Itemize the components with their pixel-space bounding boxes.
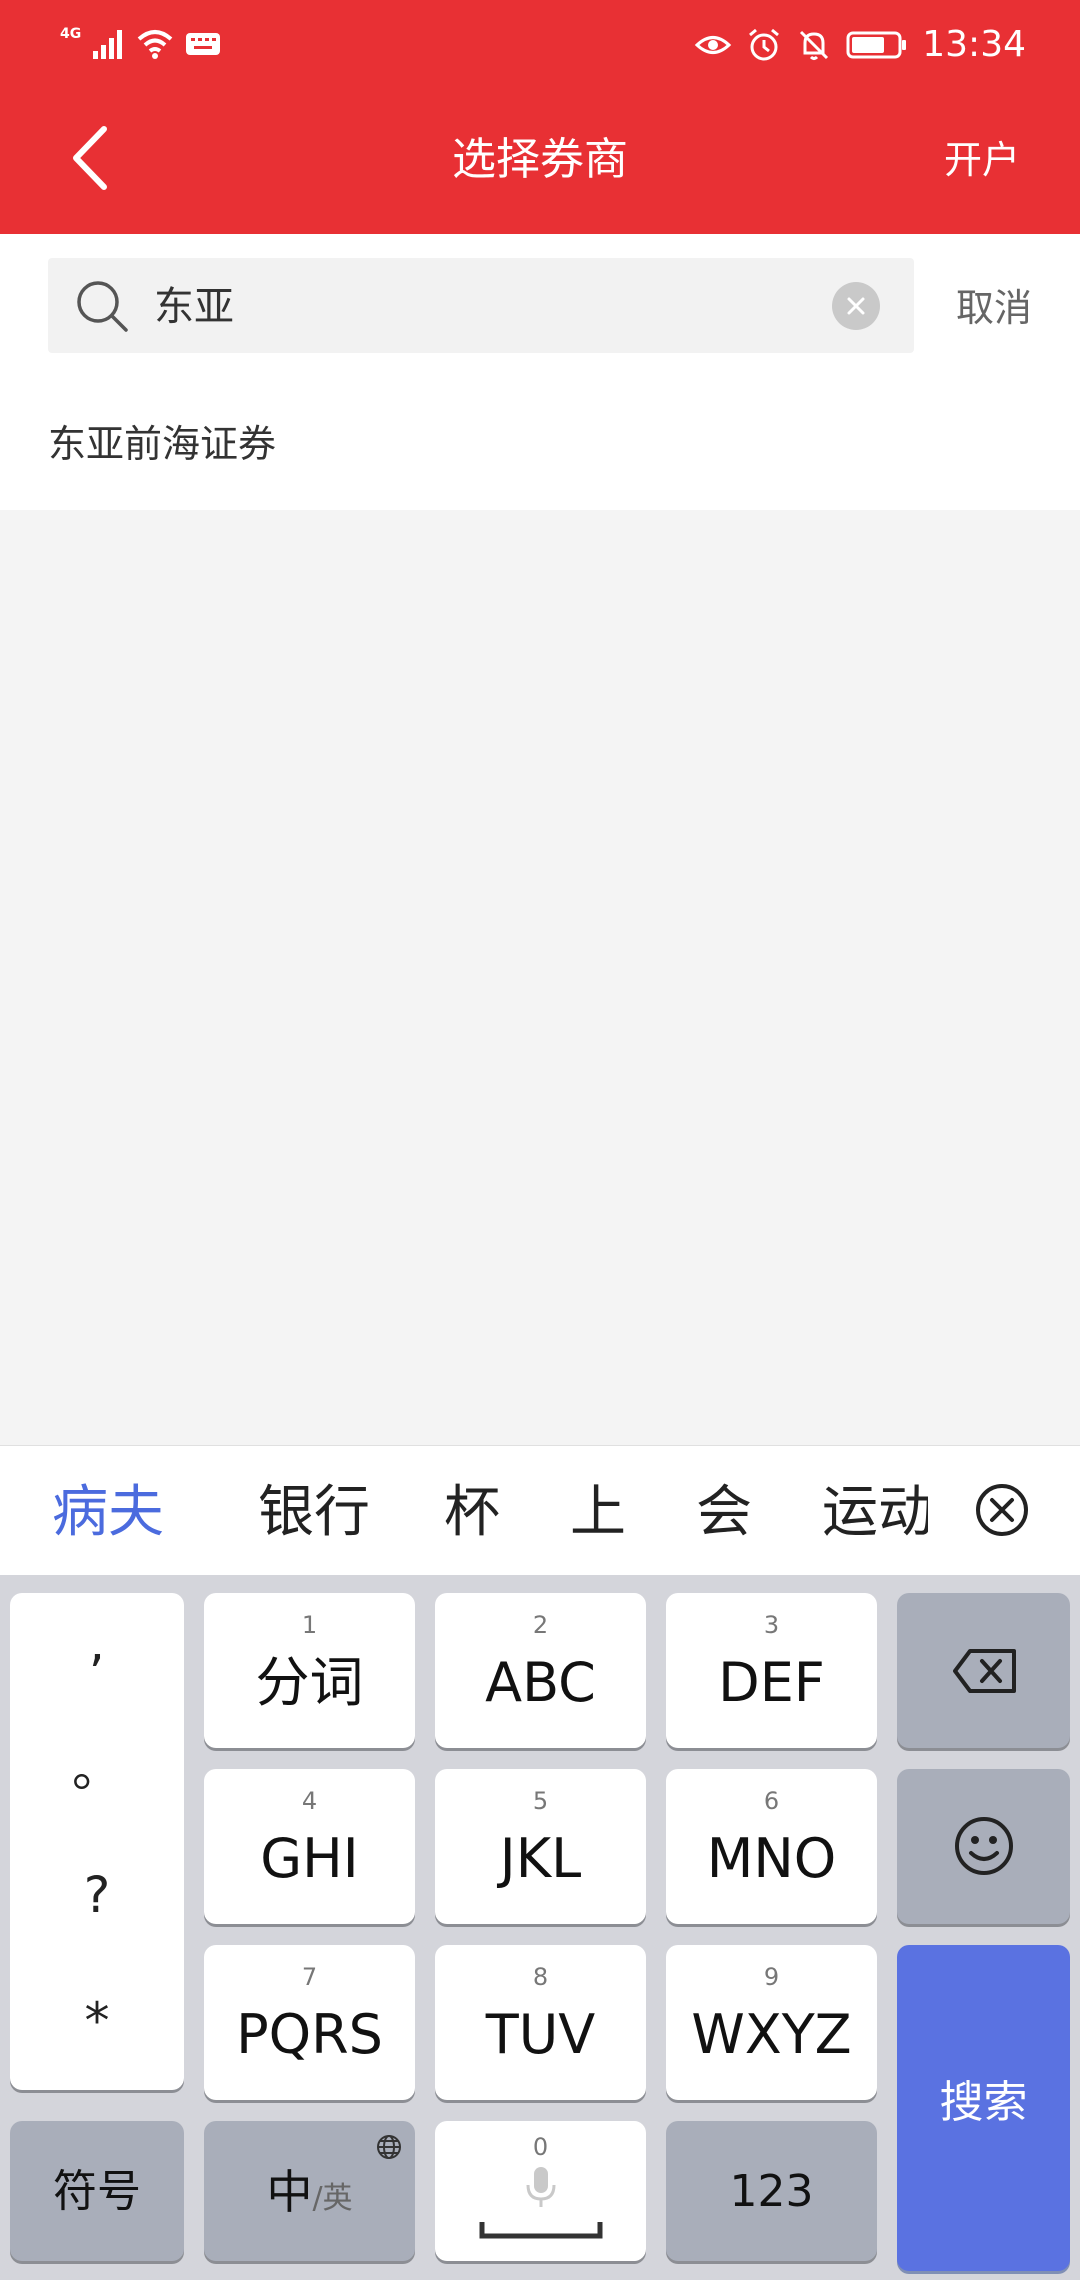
signal-icon — [93, 30, 123, 59]
backspace-icon — [953, 1649, 1016, 1693]
key-3-def[interactable]: 3 DEF — [666, 1593, 877, 1748]
punctuation-question[interactable]: ? — [10, 1865, 184, 1925]
eye-icon — [695, 36, 732, 54]
key-7-pqrs[interactable]: 7 PQRS — [204, 1945, 415, 2100]
clear-icon — [847, 297, 865, 315]
mute-bell-icon — [800, 30, 829, 60]
battery-icon — [846, 31, 907, 59]
network-type: 4G — [60, 26, 82, 42]
punctuation-asterisk[interactable]: * — [10, 1991, 184, 2051]
numeric-key[interactable]: 123 — [666, 2121, 877, 2261]
backspace-key[interactable] — [897, 1593, 1070, 1748]
emoji-icon — [955, 1817, 1013, 1875]
keyboard: , 。 ? * 1 分词 2 ABC 3 DEF 4 GHI 5 JKL 6 M… — [0, 1575, 1080, 2280]
candidate-item[interactable]: 上 — [570, 1478, 626, 1548]
candidate-item[interactable]: 病夫 — [52, 1478, 164, 1548]
open-account-button[interactable]: 开户 — [944, 135, 1020, 185]
clear-search-button[interactable] — [832, 282, 880, 330]
key-9-wxyz[interactable]: 9 WXYZ — [666, 1945, 877, 2100]
candidate-item[interactable]: 运动 — [822, 1478, 928, 1548]
key-4-ghi[interactable]: 4 GHI — [204, 1769, 415, 1924]
globe-icon — [377, 2135, 401, 2159]
candidate-item[interactable]: 会 — [696, 1478, 752, 1548]
punctuation-key-column[interactable]: , 。 ? * — [10, 1593, 184, 2090]
punctuation-period[interactable]: 。 — [10, 1739, 184, 1799]
candidate-item[interactable]: 杯 — [444, 1478, 500, 1548]
search-key[interactable]: 搜索 — [897, 1945, 1070, 2271]
key-1-fenci[interactable]: 1 分词 — [204, 1593, 415, 1748]
header-bar: 4G 13:34 选择券商 开户 — [0, 0, 1080, 234]
microphone-icon — [526, 2167, 556, 2207]
search-input-value[interactable]: 东亚 — [154, 280, 234, 334]
status-bar-left: 4G — [60, 26, 221, 62]
status-bar-right: 13:34 — [694, 22, 1026, 68]
lang-sub-label: /英 — [312, 2181, 353, 2216]
space-key[interactable]: 0 — [435, 2121, 646, 2261]
symbol-key[interactable]: 符号 — [10, 2121, 184, 2261]
lang-main-label: 中 — [266, 2165, 313, 2219]
key-8-tuv[interactable]: 8 TUV — [435, 1945, 646, 2100]
candidate-item[interactable]: 银行 — [258, 1478, 370, 1548]
status-time: 13:34 — [922, 24, 1026, 65]
keyboard-status-icon — [186, 33, 221, 55]
language-switch-key[interactable]: 中/英 — [204, 2121, 415, 2261]
emoji-key[interactable] — [897, 1769, 1070, 1924]
key-5-jkl[interactable]: 5 JKL — [435, 1769, 646, 1924]
key-6-mno[interactable]: 6 MNO — [666, 1769, 877, 1924]
alarm-icon — [749, 28, 780, 61]
cancel-button[interactable]: 取消 — [956, 282, 1032, 334]
close-circle-icon[interactable] — [970, 1478, 1034, 1542]
space-bar-icon — [479, 2222, 603, 2239]
key-2-abc[interactable]: 2 ABC — [435, 1593, 646, 1748]
punctuation-comma[interactable]: , — [10, 1613, 184, 1673]
search-icon — [77, 281, 128, 332]
wifi-icon — [137, 30, 173, 59]
search-result-item[interactable]: 东亚前海证券 — [48, 418, 276, 470]
page-title: 选择券商 — [452, 134, 628, 185]
